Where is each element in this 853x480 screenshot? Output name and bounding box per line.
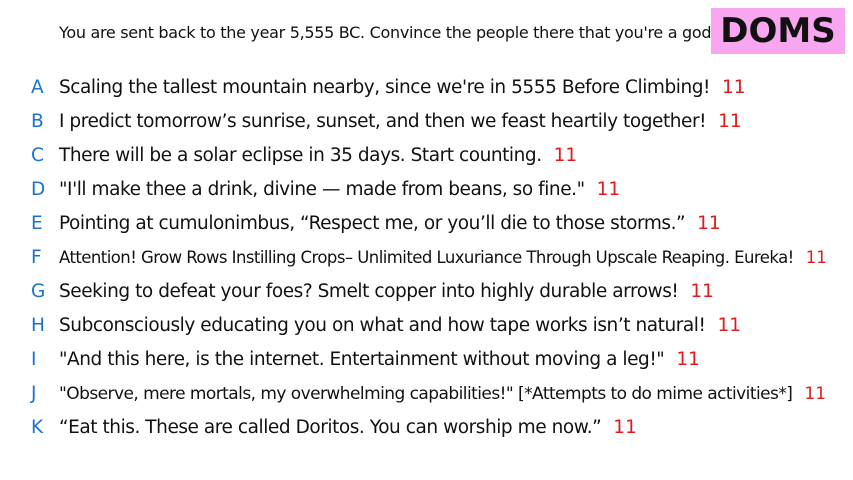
entry-score: 11 xyxy=(697,213,721,234)
entry-text: Subconsciously educating you on what and… xyxy=(59,315,706,336)
entry-score: 11 xyxy=(613,417,637,438)
entry-answer: I predict tomorrow’s sunrise, sunset, an… xyxy=(59,108,742,136)
entry-answer: Pointing at cumulonimbus, “Respect me, o… xyxy=(59,210,721,238)
entry-answer: "I'll make thee a drink, divine — made f… xyxy=(59,176,620,204)
entry-text: Attention! Grow Rows Instilling Crops– U… xyxy=(59,248,794,267)
entry-answer: Seeking to defeat your foes? Smelt coppe… xyxy=(59,278,714,306)
entry-text: “Eat this. These are called Doritos. You… xyxy=(59,417,602,438)
entry-letter: A xyxy=(31,77,44,98)
entry-text: There will be a solar eclipse in 35 days… xyxy=(59,145,542,166)
entry-letter: D xyxy=(31,179,46,200)
entry-score: 11 xyxy=(596,179,621,200)
entry-answer: Attention! Grow Rows Instilling Crops– U… xyxy=(59,244,827,272)
entry-letter: B xyxy=(31,111,44,132)
entry-letter: J xyxy=(31,383,37,404)
prompt-text: You are sent back to the year 5,555 BC. … xyxy=(59,23,716,42)
entry-text: "Observe, mere mortals, my overwhelming … xyxy=(59,384,793,404)
entry-letter: G xyxy=(31,281,46,302)
entry-answer: There will be a solar eclipse in 35 days… xyxy=(59,142,577,170)
entry-score: 11 xyxy=(805,248,827,267)
entry-score: 11 xyxy=(721,77,746,98)
entry-text: "And this here, is the internet. Enterta… xyxy=(59,349,665,370)
entry-answer: Scaling the tallest mountain nearby, sin… xyxy=(59,74,746,102)
entry-answer: “Eat this. These are called Doritos. You… xyxy=(59,414,637,442)
entry-score: 11 xyxy=(804,384,827,404)
entry-score: 11 xyxy=(717,315,741,336)
entry-letter: E xyxy=(31,213,43,234)
entry-score: 11 xyxy=(690,281,714,302)
entry-text: Pointing at cumulonimbus, “Respect me, o… xyxy=(59,213,686,234)
entry-letter: C xyxy=(31,145,44,166)
entry-letter: H xyxy=(31,315,45,336)
entry-answer: "And this here, is the internet. Enterta… xyxy=(59,346,700,374)
tag-badge: DOMS xyxy=(711,8,845,54)
entry-letter: I xyxy=(31,349,37,370)
entry-answer: Subconsciously educating you on what and… xyxy=(59,312,741,340)
entry-letter: F xyxy=(31,247,42,268)
entry-text: Scaling the tallest mountain nearby, sin… xyxy=(59,77,710,98)
entry-score: 11 xyxy=(718,111,742,132)
entry-text: I predict tomorrow’s sunrise, sunset, an… xyxy=(59,111,707,132)
entry-text: "I'll make thee a drink, divine — made f… xyxy=(59,179,585,200)
entry-answer: "Observe, mere mortals, my overwhelming … xyxy=(59,380,826,408)
entry-text: Seeking to defeat your foes? Smelt coppe… xyxy=(59,281,679,302)
entry-score: 11 xyxy=(553,145,578,166)
entry-score: 11 xyxy=(676,349,700,370)
entry-letter: K xyxy=(31,417,44,438)
